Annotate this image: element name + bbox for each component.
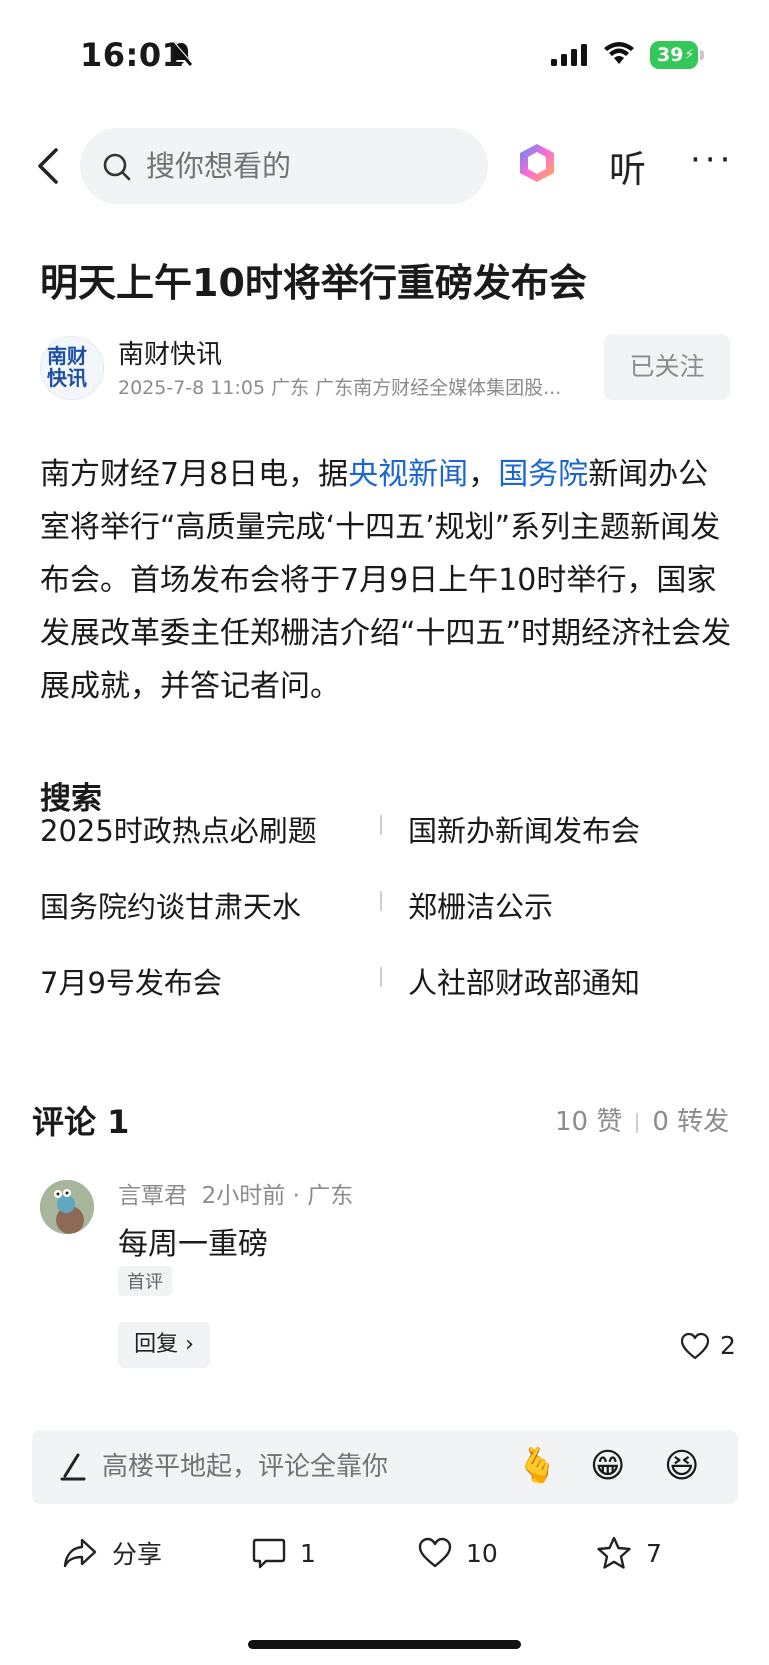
battery-level: 39	[657, 44, 684, 66]
grin-emoji[interactable]: 😁	[590, 1444, 625, 1488]
back-arrow-icon[interactable]	[34, 146, 64, 186]
share-button[interactable]: 分享	[62, 1532, 162, 1574]
link-cctv-news[interactable]: 央视新闻	[348, 457, 468, 492]
cellular-signal-icon	[551, 44, 587, 66]
divider	[380, 815, 382, 835]
search-input[interactable]: 搜你想看的	[146, 128, 291, 204]
status-bar: 16:01 39 ⚡	[0, 0, 769, 110]
like-button[interactable]: 10	[418, 1532, 498, 1574]
article-title: 明天上午10时将举行重磅发布会	[40, 261, 587, 305]
battery-indicator: 39 ⚡	[650, 41, 698, 69]
ai-assistant-icon[interactable]	[517, 142, 557, 184]
article-body: 南方财经7月8日电，据央视新闻，国务院新闻办公室将举行“高质量完成‘十四五’规划…	[40, 448, 732, 713]
comment-count: 1	[300, 1538, 316, 1568]
share-label: 分享	[112, 1540, 163, 1569]
search-suggestion[interactable]: 郑栅洁公示	[408, 884, 553, 926]
favorite-count: 7	[646, 1538, 662, 1568]
reply-label: 回复	[134, 1332, 179, 1357]
author-avatar[interactable]: 南财 快讯	[40, 336, 104, 400]
comments-stats: 10 赞 0 转发	[555, 1101, 729, 1138]
author-name[interactable]: 南财快讯	[118, 334, 222, 371]
heart-icon	[418, 1537, 452, 1568]
body-text: ，	[468, 457, 499, 492]
divider	[380, 967, 382, 987]
reply-button[interactable]: 回复 ›	[118, 1322, 210, 1368]
more-icon[interactable]: ···	[690, 143, 734, 177]
search-icon	[103, 153, 131, 181]
favorite-button[interactable]: 7	[596, 1532, 662, 1574]
share-icon	[63, 1538, 97, 1568]
comment-compose-bar[interactable]: 高楼平地起，评论全靠你 🫰 😁 😆	[32, 1430, 738, 1504]
comment-button[interactable]: 1	[252, 1532, 316, 1574]
body-text: 新闻办公室将举行“高质量完成‘十四五’规划”系列主题新闻发布会。首场发布会将于7…	[40, 457, 732, 704]
home-indicator[interactable]	[248, 1640, 521, 1649]
avatar-text-bottom: 快讯	[47, 366, 87, 390]
wifi-icon	[604, 42, 634, 64]
comment-time-location: 2小时前 · 广东	[201, 1183, 354, 1209]
commenter-avatar[interactable]	[40, 1180, 94, 1234]
comment-icon	[252, 1538, 286, 1569]
avatar-text-top: 南财	[47, 344, 87, 368]
search-suggestion[interactable]: 国新办新闻发布会	[408, 808, 640, 850]
search-suggestion[interactable]: 7月9号发布会	[40, 960, 222, 1002]
comment-like-icon[interactable]	[680, 1332, 710, 1360]
likes-count: 10 赞	[555, 1107, 623, 1137]
comment-header: 言覃君 2小时前 · 广东	[118, 1176, 353, 1210]
status-time: 16:01	[80, 36, 185, 74]
shares-count: 0 转发	[652, 1107, 730, 1137]
comment-like-count: 2	[720, 1331, 736, 1360]
chevron-right-icon: ›	[185, 1332, 194, 1357]
finger-heart-emoji[interactable]: 🫰	[516, 1444, 558, 1488]
search-suggestion[interactable]: 国务院约谈甘肃天水	[40, 884, 301, 926]
listen-button[interactable]: 听	[609, 139, 646, 193]
laugh-emoji[interactable]: 😆	[664, 1444, 699, 1488]
like-count: 10	[466, 1538, 498, 1568]
commenter-name[interactable]: 言覃君	[118, 1183, 187, 1209]
follow-button[interactable]: 已关注	[604, 334, 730, 400]
divider	[380, 891, 382, 911]
avatar-image	[40, 1180, 94, 1234]
search-suggestion[interactable]: 人社部财政部通知	[408, 960, 640, 1002]
star-icon	[597, 1536, 631, 1569]
battery-tip	[700, 50, 704, 60]
comments-title: 评论 1	[32, 1103, 130, 1141]
comment-text: 每周一重磅	[118, 1227, 268, 1262]
pen-icon	[60, 1453, 86, 1481]
mute-bell-icon	[170, 41, 192, 66]
first-comment-badge: 首评	[118, 1266, 172, 1296]
search-bar[interactable]: 搜你想看的	[80, 128, 488, 204]
comment-input[interactable]: 高楼平地起，评论全靠你	[102, 1430, 388, 1504]
link-state-council[interactable]: 国务院	[498, 457, 588, 492]
body-text: 南方财经7月8日电，据	[40, 457, 349, 492]
search-suggestion[interactable]: 2025时政热点必刷题	[40, 808, 317, 850]
article-meta: 2025-7-8 11:05 广东 广东南方财经全媒体集团股...	[118, 377, 562, 399]
